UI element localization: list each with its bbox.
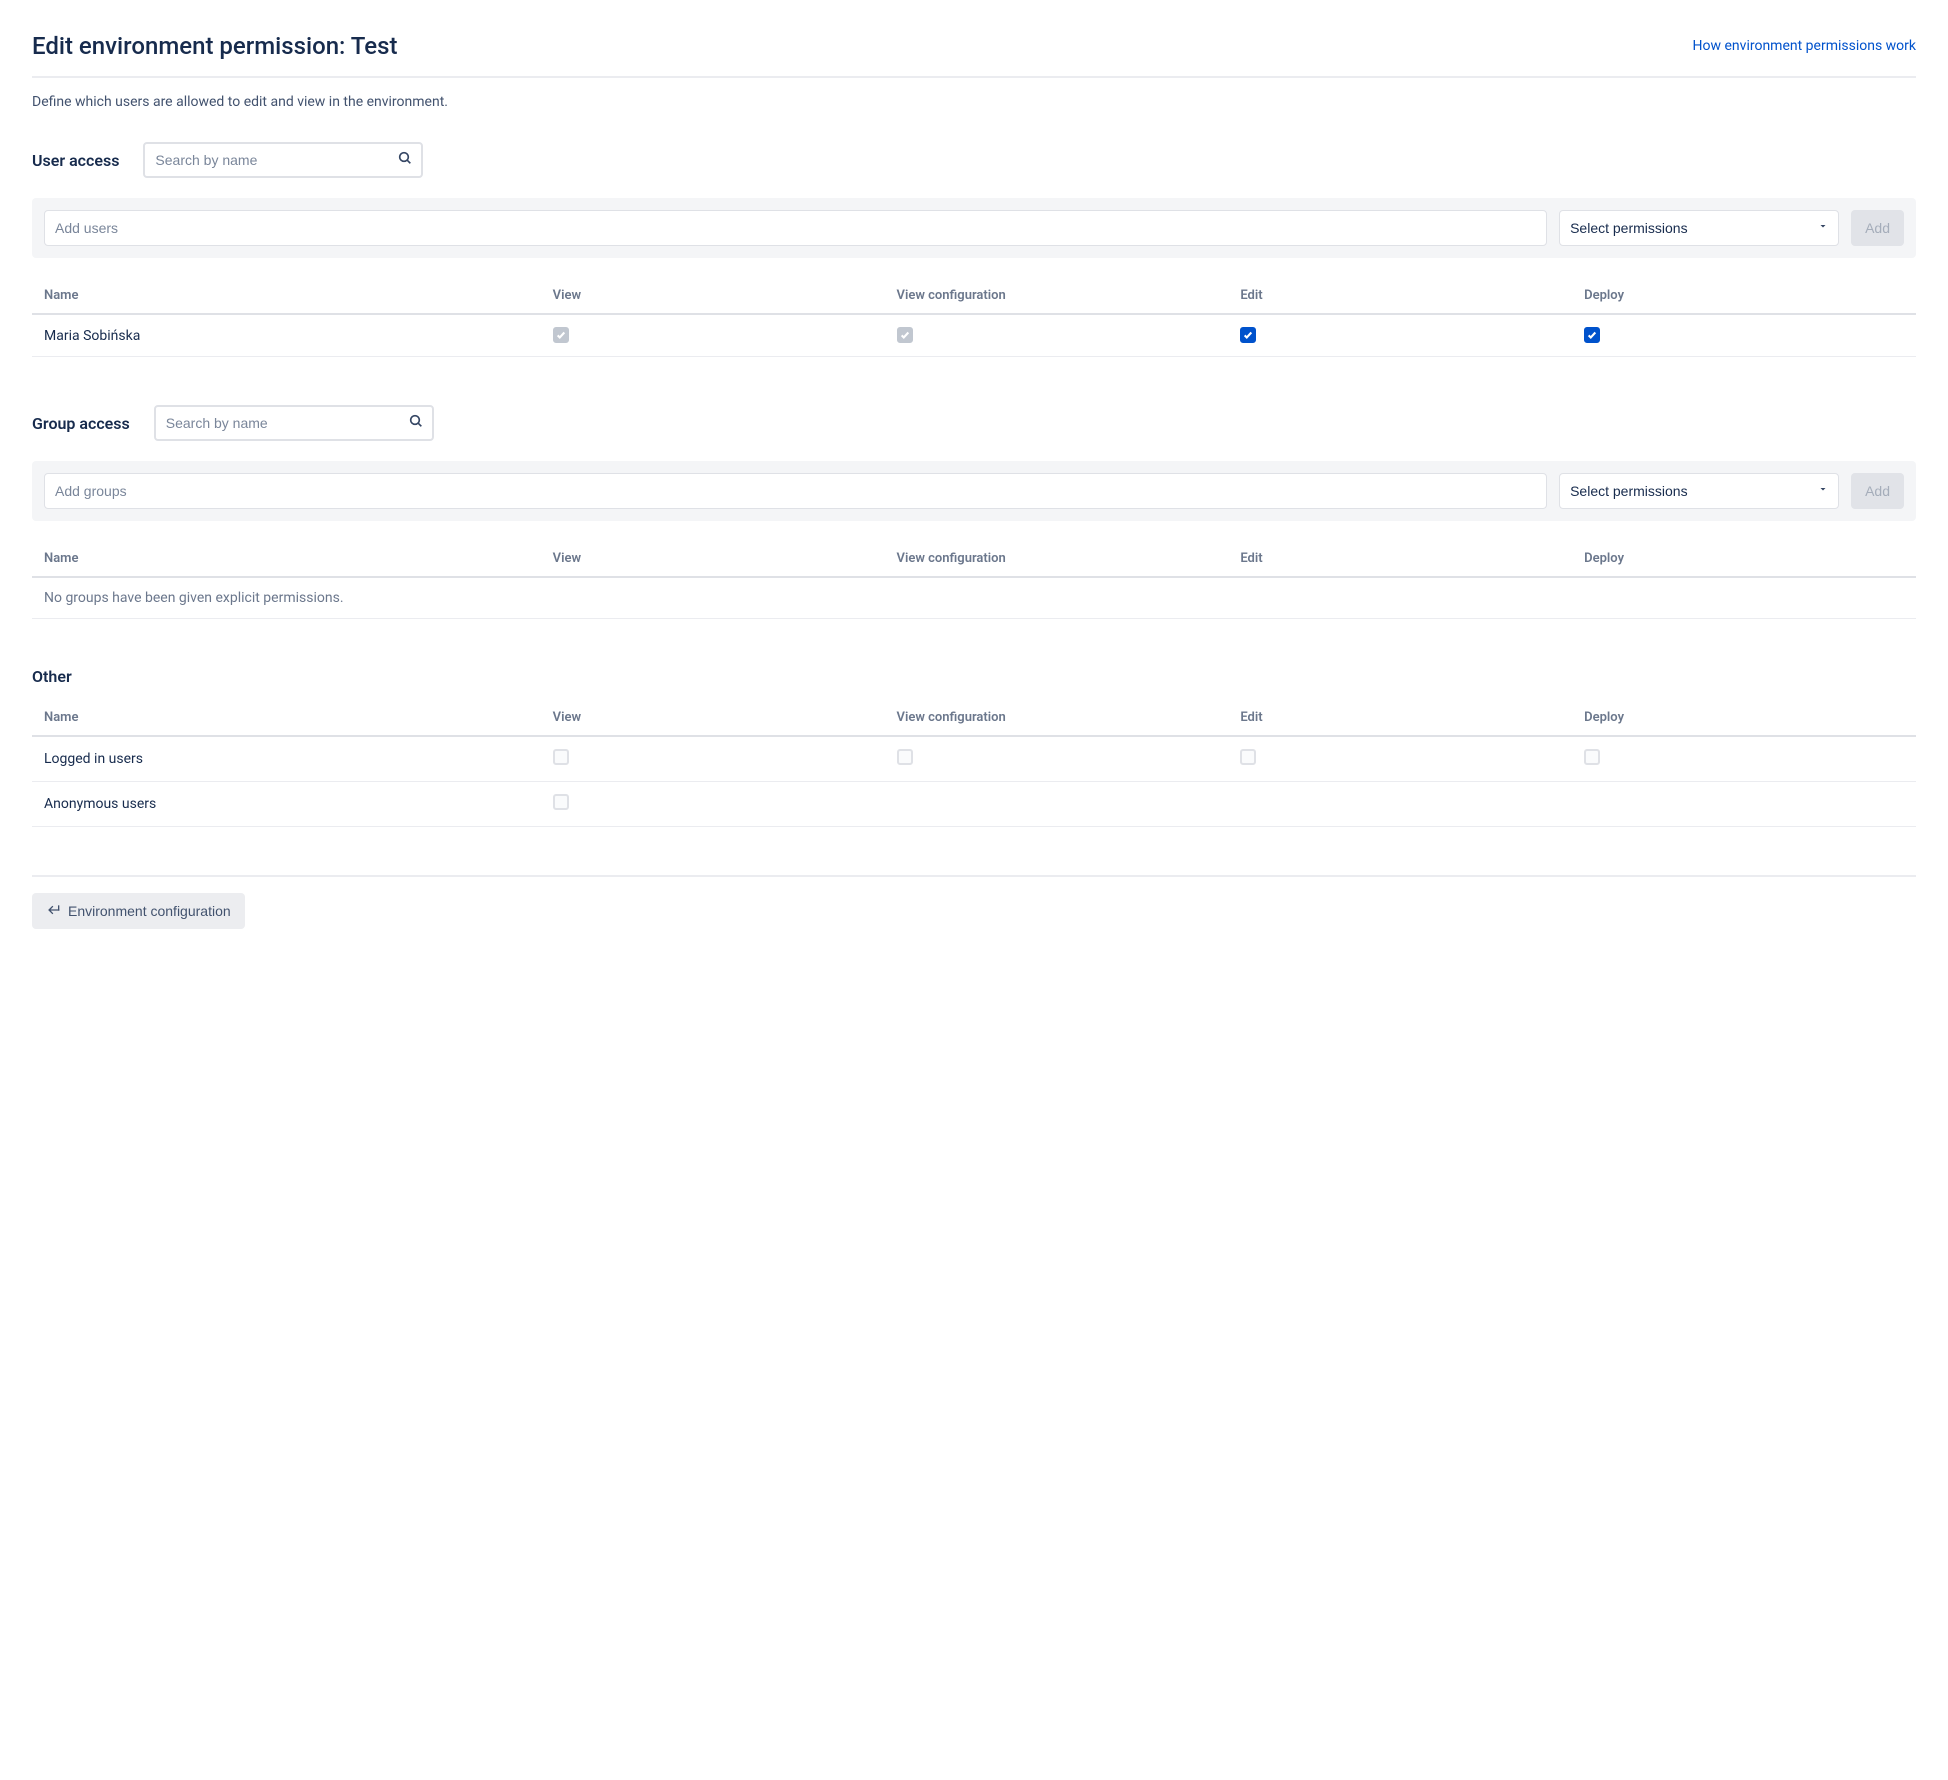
back-to-config-button[interactable]: Environment configuration	[32, 893, 245, 929]
th-view: View	[541, 541, 885, 577]
user-access-header: User access	[32, 142, 1916, 178]
table-row: Maria Sobińska	[32, 314, 1916, 357]
th-edit: Edit	[1228, 700, 1572, 736]
group-empty-row: No groups have been given explicit permi…	[32, 577, 1916, 619]
page-title: Edit environment permission: Test	[32, 32, 398, 60]
group-add-bar: Select permissions Add	[32, 461, 1916, 521]
cell-edit	[1228, 782, 1572, 827]
permission-checkbox	[897, 327, 913, 343]
th-name: Name	[32, 700, 541, 736]
th-view-config: View configuration	[885, 541, 1229, 577]
group-search-input[interactable]	[154, 405, 434, 441]
cell-view-config	[885, 314, 1229, 357]
cell-edit	[1228, 314, 1572, 357]
th-edit: Edit	[1228, 278, 1572, 314]
user-permissions-select-wrapper: Select permissions	[1559, 210, 1839, 246]
group-permissions-select[interactable]: Select permissions	[1559, 473, 1839, 509]
cell-view	[541, 314, 885, 357]
cell-view	[541, 736, 885, 782]
permission-checkbox[interactable]	[1584, 327, 1600, 343]
user-search-wrapper	[143, 142, 423, 178]
cell-view-config	[885, 736, 1229, 782]
cell-name: Maria Sobińska	[32, 314, 541, 357]
cell-view	[541, 782, 885, 827]
other-section: Other Name View View configuration Edit …	[32, 667, 1916, 827]
cell-edit	[1228, 736, 1572, 782]
user-access-table: Name View View configuration Edit Deploy…	[32, 278, 1916, 357]
th-view: View	[541, 278, 885, 314]
permission-checkbox	[553, 327, 569, 343]
th-deploy: Deploy	[1572, 700, 1916, 736]
permission-checkbox[interactable]	[1240, 749, 1256, 765]
permission-checkbox[interactable]	[1240, 327, 1256, 343]
th-name: Name	[32, 278, 541, 314]
footer-divider	[32, 875, 1916, 877]
page-description: Define which users are allowed to edit a…	[32, 94, 1916, 110]
cell-deploy	[1572, 736, 1916, 782]
group-access-table: Name View View configuration Edit Deploy…	[32, 541, 1916, 619]
back-button-label: Environment configuration	[68, 903, 231, 919]
group-access-title: Group access	[32, 414, 130, 433]
user-add-bar: Select permissions Add	[32, 198, 1916, 258]
group-permissions-select-wrapper: Select permissions	[1559, 473, 1839, 509]
permission-checkbox[interactable]	[553, 794, 569, 810]
permission-checkbox[interactable]	[897, 749, 913, 765]
cell-deploy	[1572, 314, 1916, 357]
group-empty-text: No groups have been given explicit permi…	[32, 577, 1916, 619]
th-view-config: View configuration	[885, 278, 1229, 314]
cell-name: Logged in users	[32, 736, 541, 782]
cell-deploy	[1572, 782, 1916, 827]
th-edit: Edit	[1228, 541, 1572, 577]
other-access-table: Name View View configuration Edit Deploy…	[32, 700, 1916, 827]
user-access-title: User access	[32, 151, 119, 170]
user-search-input[interactable]	[143, 142, 423, 178]
add-groups-input[interactable]	[44, 473, 1547, 509]
th-view-config: View configuration	[885, 700, 1229, 736]
table-row: Logged in users	[32, 736, 1916, 782]
help-link[interactable]: How environment permissions work	[1693, 38, 1916, 54]
permission-checkbox[interactable]	[553, 749, 569, 765]
table-row: Anonymous users	[32, 782, 1916, 827]
th-deploy: Deploy	[1572, 278, 1916, 314]
cell-name: Anonymous users	[32, 782, 541, 827]
th-deploy: Deploy	[1572, 541, 1916, 577]
th-name: Name	[32, 541, 541, 577]
add-user-button[interactable]: Add	[1851, 210, 1904, 246]
permission-checkbox[interactable]	[1584, 749, 1600, 765]
add-users-input[interactable]	[44, 210, 1547, 246]
th-view: View	[541, 700, 885, 736]
group-search-wrapper	[154, 405, 434, 441]
group-access-header: Group access	[32, 405, 1916, 441]
page-header: Edit environment permission: Test How en…	[32, 32, 1916, 78]
user-permissions-select[interactable]: Select permissions	[1559, 210, 1839, 246]
add-group-button[interactable]: Add	[1851, 473, 1904, 509]
back-arrow-icon	[46, 903, 62, 919]
other-title: Other	[32, 667, 1916, 686]
cell-view-config	[885, 782, 1229, 827]
